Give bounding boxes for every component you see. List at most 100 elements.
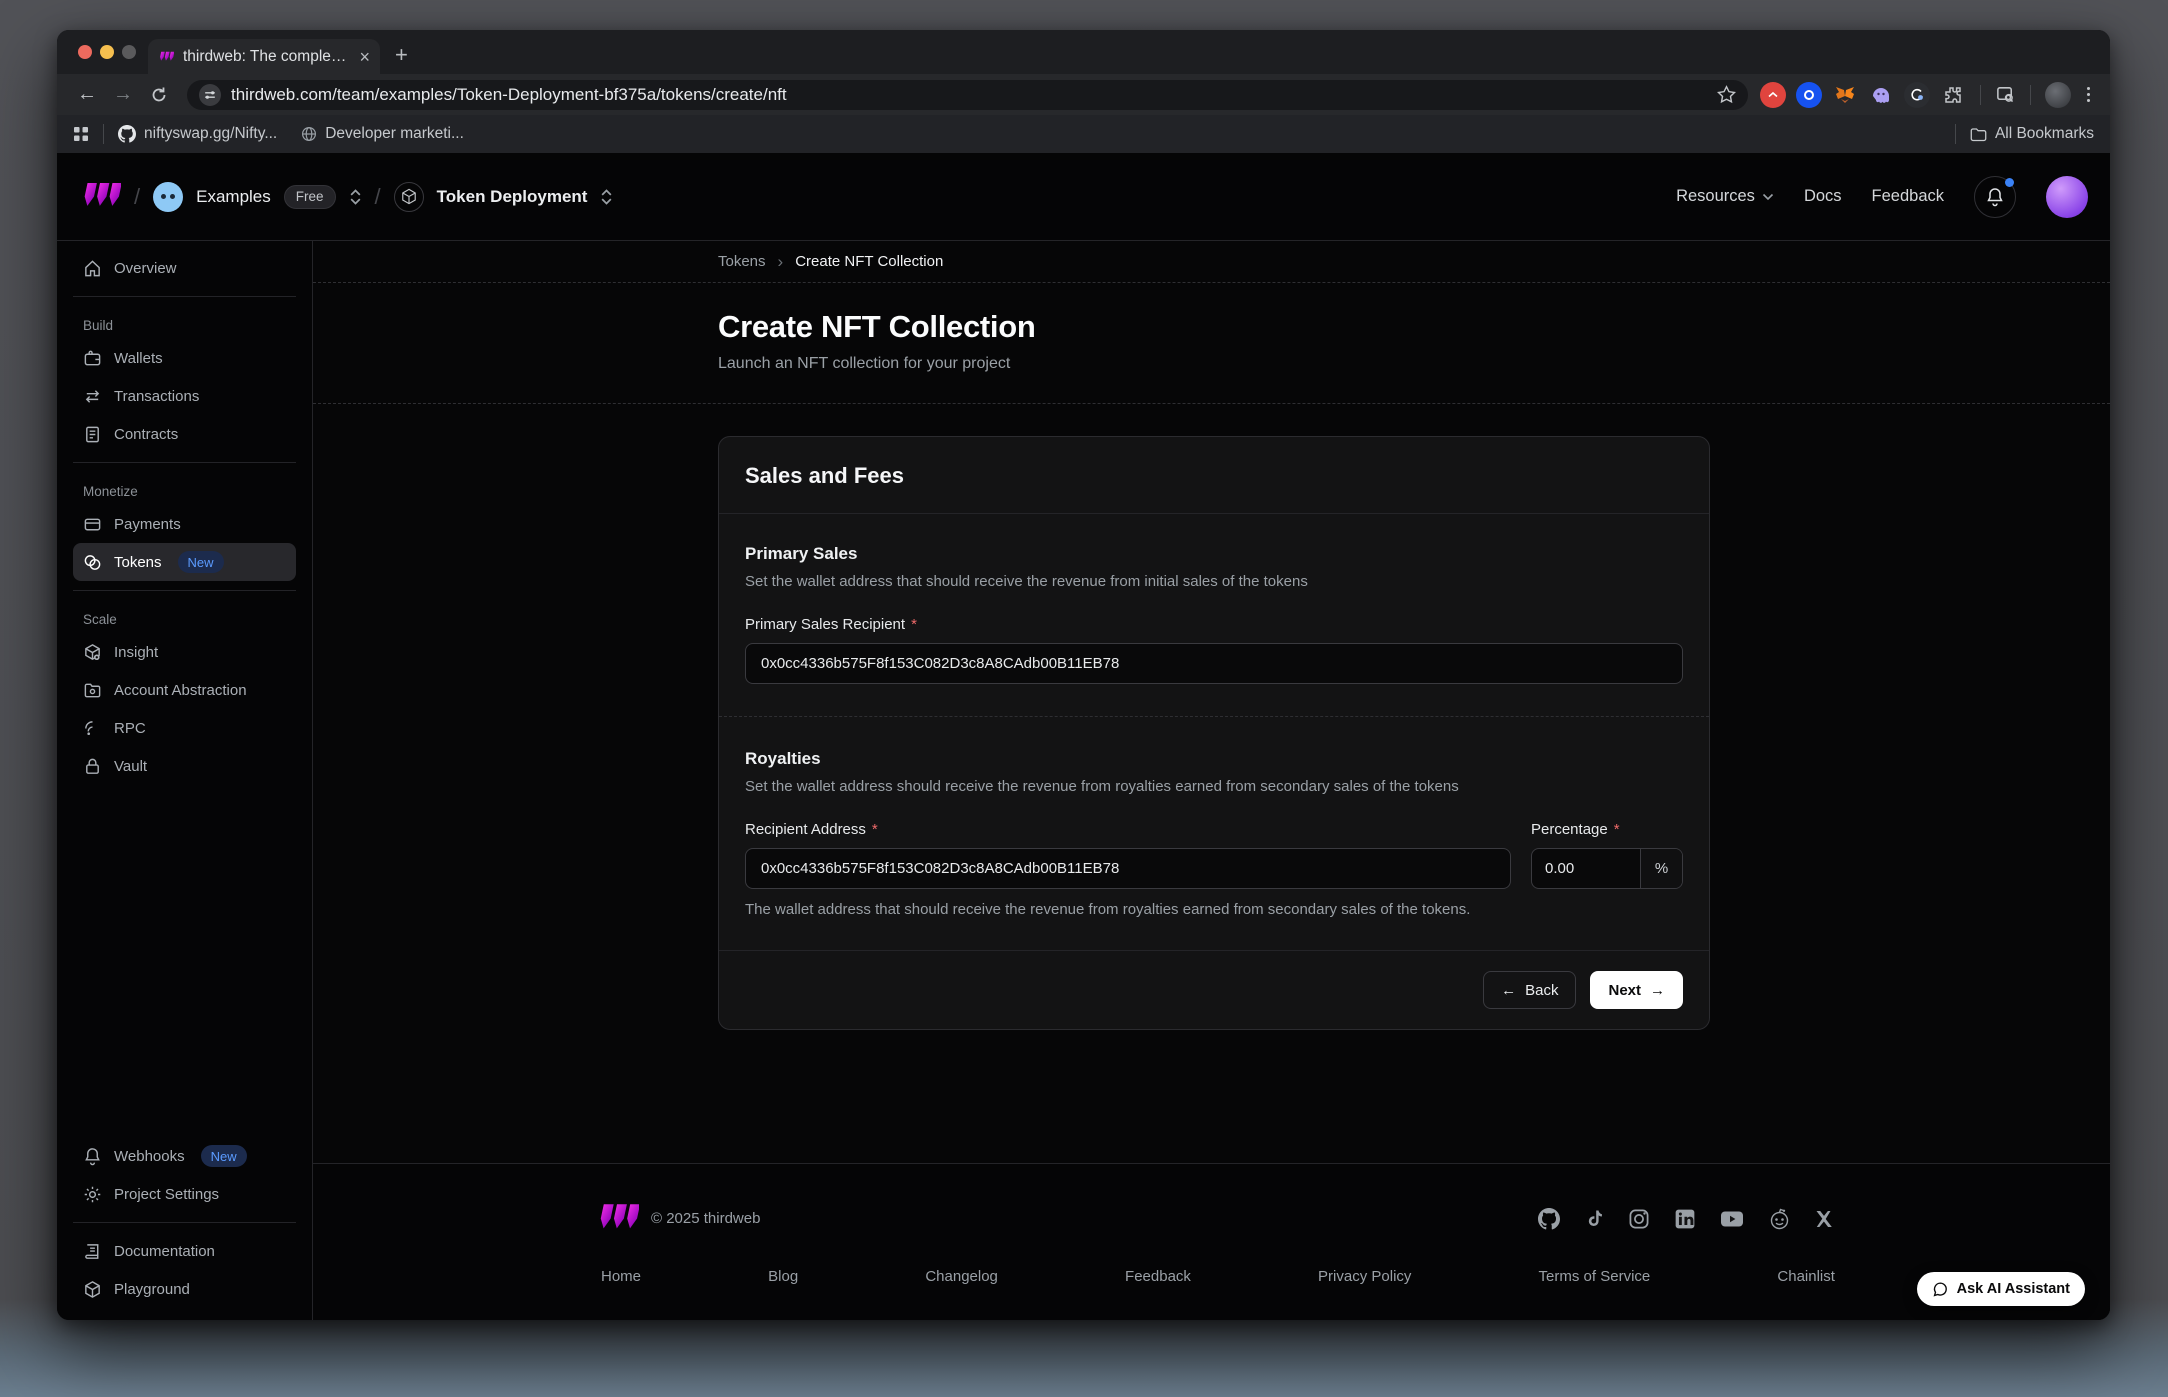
feedback-link[interactable]: Feedback [1872, 187, 1944, 206]
metamask-extension-icon[interactable] [1832, 82, 1858, 108]
url-text[interactable]: thirdweb.com/team/examples/Token-Deploym… [231, 85, 1707, 105]
phantom-extension-icon[interactable] [1868, 82, 1894, 108]
browser-menu-icon[interactable] [2081, 87, 2096, 102]
bookmark-niftyswap[interactable]: niftyswap.gg/Nifty... [118, 125, 277, 143]
footer-link-home[interactable]: Home [601, 1268, 641, 1285]
sidebar-item-rpc[interactable]: RPC [73, 709, 296, 747]
next-button-label: Next [1608, 982, 1641, 999]
address-bar[interactable]: thirdweb.com/team/examples/Token-Deploym… [187, 80, 1748, 110]
next-button[interactable]: Next → [1590, 971, 1683, 1009]
ask-ai-assistant-button[interactable]: Ask AI Assistant [1917, 1272, 2085, 1306]
bookmark-star-icon[interactable] [1717, 85, 1736, 104]
reddit-icon[interactable] [1768, 1208, 1791, 1230]
contract-icon [83, 425, 102, 444]
sidebar-item-insight[interactable]: Insight [73, 633, 296, 671]
sidebar-label: Insight [114, 644, 158, 661]
sidebar-label: Vault [114, 758, 147, 775]
sidebar-item-tokens[interactable]: Tokens New [73, 543, 296, 581]
new-tab-button[interactable]: + [395, 42, 408, 68]
footer-link-terms-of-service[interactable]: Terms of Service [1539, 1268, 1651, 1285]
team-switcher-icon[interactable] [349, 188, 362, 206]
team-avatar[interactable] [153, 182, 183, 212]
footer-link-feedback[interactable]: Feedback [1125, 1268, 1191, 1285]
sidebar-item-transactions[interactable]: Transactions [73, 377, 296, 415]
chat-bubble-icon [1932, 1281, 1949, 1298]
sidebar-label: Wallets [114, 350, 163, 367]
user-avatar[interactable] [2046, 176, 2088, 218]
toolbar-divider-2 [2030, 85, 2031, 105]
insight-cube-icon [83, 643, 102, 662]
primary-sales-recipient-input[interactable] [745, 643, 1683, 684]
all-bookmarks-button[interactable]: All Bookmarks [1970, 125, 2094, 143]
project-name[interactable]: Token Deployment [437, 187, 588, 207]
project-switcher-icon[interactable] [600, 188, 613, 206]
breadcrumb-tokens[interactable]: Tokens [718, 253, 766, 270]
footer-link-changelog[interactable]: Changelog [925, 1268, 998, 1285]
sidebar-item-overview[interactable]: Overview [73, 249, 296, 287]
forward-icon[interactable]: → [107, 79, 139, 111]
sidebar-item-vault[interactable]: Vault [73, 747, 296, 785]
tab-close-icon[interactable]: × [359, 48, 370, 66]
browser-window: thirdweb: The complete web3 × + ← → thir… [57, 30, 2110, 1320]
site-settings-icon[interactable] [199, 84, 221, 106]
resources-menu[interactable]: Resources [1676, 187, 1774, 206]
back-button[interactable]: ← Back [1483, 971, 1576, 1009]
tab-search-icon[interactable] [1995, 84, 2016, 105]
instagram-icon[interactable] [1628, 1208, 1650, 1230]
sidebar-label: RPC [114, 720, 146, 737]
sidebar-item-wallets[interactable]: Wallets [73, 339, 296, 377]
browser-profile-avatar[interactable] [2045, 82, 2071, 108]
github-icon[interactable] [1538, 1208, 1560, 1230]
footer-links: Home Blog Changelog Feedback Privacy Pol… [601, 1268, 1835, 1285]
team-name[interactable]: Examples [196, 187, 271, 207]
royalty-percentage-input[interactable] [1532, 849, 1640, 888]
macos-zoom-button[interactable] [122, 45, 136, 59]
footer-link-privacy-policy[interactable]: Privacy Policy [1318, 1268, 1411, 1285]
sidebar-item-webhooks[interactable]: Webhooks New [73, 1137, 296, 1175]
sidebar-item-playground[interactable]: Playground [73, 1270, 296, 1308]
extension-icon-red[interactable] [1760, 82, 1786, 108]
primary-sales-recipient-label: Primary Sales Recipient [745, 616, 905, 633]
footer-thirdweb-logo[interactable] [595, 1204, 639, 1233]
extension-icon-dark[interactable] [1904, 82, 1930, 108]
sidebar-divider [73, 462, 296, 463]
x-icon[interactable] [1815, 1209, 1835, 1229]
reload-icon[interactable] [143, 79, 175, 111]
youtube-icon[interactable] [1720, 1209, 1744, 1229]
header-slash-2: / [375, 184, 381, 210]
linkedin-icon[interactable] [1674, 1208, 1696, 1230]
sidebar-item-project-settings[interactable]: Project Settings [73, 1175, 296, 1213]
extensions-row [1760, 82, 2096, 108]
bookmark-developer[interactable]: Developer marketi... [301, 125, 464, 143]
macos-minimize-button[interactable] [100, 45, 114, 59]
tiktok-icon[interactable] [1584, 1208, 1604, 1230]
apps-grid-icon[interactable] [73, 126, 89, 142]
extension-icon-blue[interactable] [1796, 82, 1822, 108]
notifications-button[interactable] [1974, 176, 2016, 218]
footer-link-chainlist[interactable]: Chainlist [1777, 1268, 1835, 1285]
sidebar-item-contracts[interactable]: Contracts [73, 415, 296, 453]
footer-link-blog[interactable]: Blog [768, 1268, 798, 1285]
royalties-section: Royalties Set the wallet address should … [745, 749, 1683, 918]
ask-ai-assistant-label: Ask AI Assistant [1957, 1281, 2070, 1297]
playground-box-icon [83, 1280, 102, 1299]
royalty-recipient-input[interactable] [745, 848, 1511, 889]
back-arrow-icon: ← [1501, 982, 1516, 999]
docs-link[interactable]: Docs [1804, 187, 1842, 206]
browser-tab[interactable]: thirdweb: The complete web3 × [148, 39, 380, 74]
sidebar-item-account-abstraction[interactable]: Account Abstraction [73, 671, 296, 709]
sidebar-item-documentation[interactable]: Documentation [73, 1232, 296, 1270]
thirdweb-logo[interactable] [79, 183, 121, 210]
primary-sales-title: Primary Sales [745, 544, 1683, 564]
bookmarks-right-divider [1955, 124, 1956, 144]
required-asterisk: * [1614, 821, 1620, 838]
extensions-puzzle-icon[interactable] [1940, 85, 1966, 105]
sidebar-label: Contracts [114, 426, 178, 443]
macos-close-button[interactable] [78, 45, 92, 59]
webhooks-new-badge: New [201, 1145, 247, 1167]
royalties-title: Royalties [745, 749, 1683, 769]
project-cube-icon[interactable] [394, 182, 424, 212]
sidebar-item-payments[interactable]: Payments [73, 505, 296, 543]
back-icon[interactable]: ← [71, 79, 103, 111]
sidebar-label: Payments [114, 516, 181, 533]
